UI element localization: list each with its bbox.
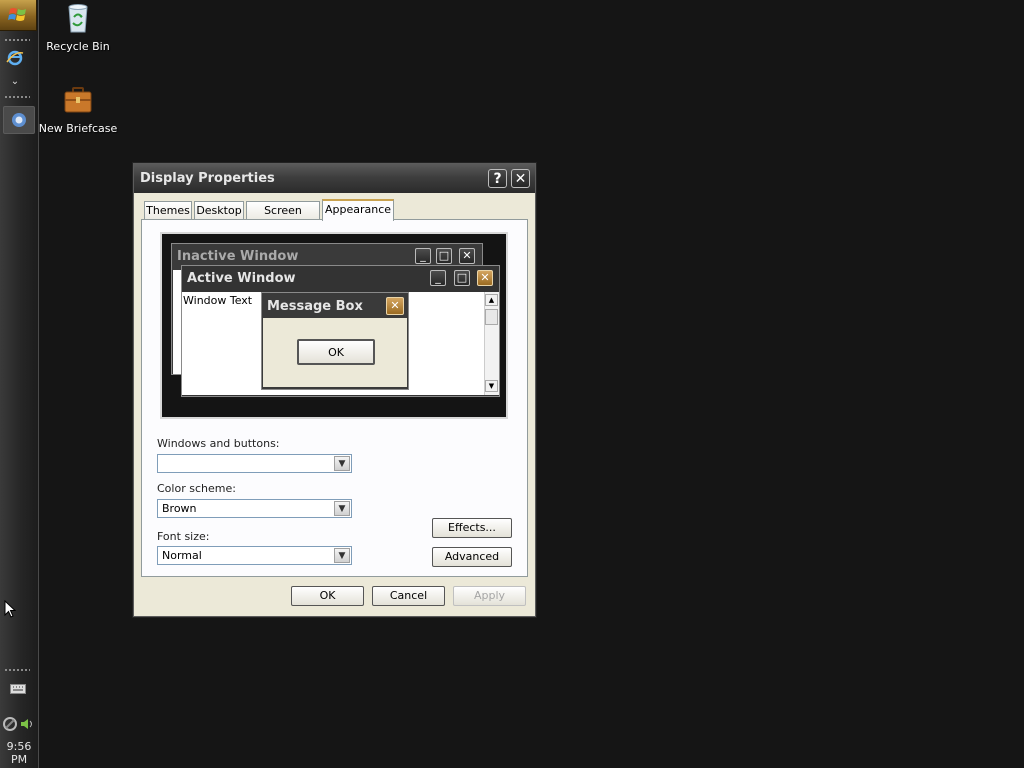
window-text: Window Text — [183, 294, 253, 307]
appearance-tab-panel: Inactive Window _ □ ✕ Active Window _ □ … — [141, 219, 528, 577]
inactive-window-title: Inactive Window — [177, 249, 299, 264]
desktop-icon-new-briefcase[interactable]: New Briefcase — [38, 84, 118, 135]
cancel-button[interactable]: Cancel — [372, 586, 445, 606]
effects-button[interactable]: Effects... — [432, 518, 512, 538]
windows-and-buttons-select[interactable]: ▼ — [157, 454, 352, 473]
scroll-up-icon: ▲ — [485, 294, 498, 306]
message-box-ok-button: OK — [297, 339, 375, 365]
vertical-taskbar: ⌄ 9:56 PM — [0, 0, 39, 768]
toolbar-grip[interactable] — [4, 95, 30, 99]
maximize-icon: □ — [454, 270, 470, 286]
chevron-down-icon[interactable]: ▼ — [334, 501, 350, 516]
window-title: Display Properties — [140, 171, 275, 186]
color-scheme-select[interactable]: Brown ▼ — [157, 499, 352, 518]
advanced-button[interactable]: Advanced — [432, 547, 512, 567]
close-icon: ✕ — [386, 297, 404, 315]
help-icon: ? — [493, 171, 502, 187]
tray-clock[interactable]: 9:56 PM — [0, 740, 38, 766]
scroll-thumb — [485, 309, 498, 325]
color-scheme-label: Color scheme: — [157, 482, 236, 495]
minimize-icon: _ — [415, 248, 431, 264]
desktop-icon-label: New Briefcase — [38, 122, 118, 135]
ok-button[interactable]: OK — [291, 586, 364, 606]
network-tray-icon[interactable] — [2, 716, 18, 732]
tab-screen-saver[interactable]: Screen Saver — [246, 201, 320, 234]
windows-and-buttons-label: Windows and buttons: — [157, 437, 280, 450]
scroll-down-icon: ▼ — [485, 380, 498, 392]
tab-themes[interactable]: Themes — [144, 201, 192, 219]
windows-logo-icon — [8, 8, 26, 21]
volume-tray-icon[interactable] — [19, 716, 35, 732]
message-box-title: Message Box — [267, 299, 363, 314]
active-window-title: Active Window — [187, 271, 296, 286]
title-bar[interactable]: Display Properties ? ✕ — [134, 164, 535, 193]
chevron-double-down-icon[interactable]: ⌄ — [4, 72, 26, 92]
keyboard-icon[interactable] — [10, 684, 26, 694]
maximize-icon: □ — [436, 248, 452, 264]
briefcase-icon — [64, 87, 92, 113]
preview-message-box: Message Box ✕ OK — [261, 292, 409, 390]
taskbar-task-button[interactable] — [3, 106, 35, 134]
mouse-cursor-icon — [4, 600, 16, 618]
browser-task-icon — [12, 113, 26, 127]
tab-appearance[interactable]: Appearance — [322, 199, 394, 221]
recycle-bin-icon — [68, 4, 88, 33]
minimize-icon: _ — [430, 270, 446, 286]
toolbar-grip[interactable] — [4, 38, 30, 42]
internet-explorer-icon[interactable] — [4, 49, 26, 69]
close-icon: ✕ — [514, 171, 527, 187]
help-button[interactable]: ? — [488, 169, 507, 188]
tab-desktop[interactable]: Desktop — [194, 201, 244, 219]
chevron-down-icon[interactable]: ▼ — [334, 456, 350, 471]
appearance-preview: Inactive Window _ □ ✕ Active Window _ □ … — [160, 232, 508, 419]
font-size-label: Font size: — [157, 530, 210, 543]
toolbar-grip[interactable] — [4, 668, 30, 672]
close-icon: ✕ — [459, 248, 475, 264]
close-icon: ✕ — [477, 270, 493, 286]
start-button[interactable] — [0, 0, 37, 31]
desktop-icon-label: Recycle Bin — [46, 40, 110, 53]
font-size-select[interactable]: Normal ▼ — [157, 546, 352, 565]
preview-scrollbar: ▲ ▼ — [484, 292, 499, 395]
display-properties-window: Display Properties ? ✕ Themes Desktop Sc… — [133, 163, 536, 617]
close-button[interactable]: ✕ — [511, 169, 530, 188]
apply-button[interactable]: Apply — [453, 586, 526, 606]
desktop-icon-recycle-bin[interactable]: Recycle Bin — [38, 2, 118, 53]
chevron-down-icon[interactable]: ▼ — [334, 548, 350, 563]
